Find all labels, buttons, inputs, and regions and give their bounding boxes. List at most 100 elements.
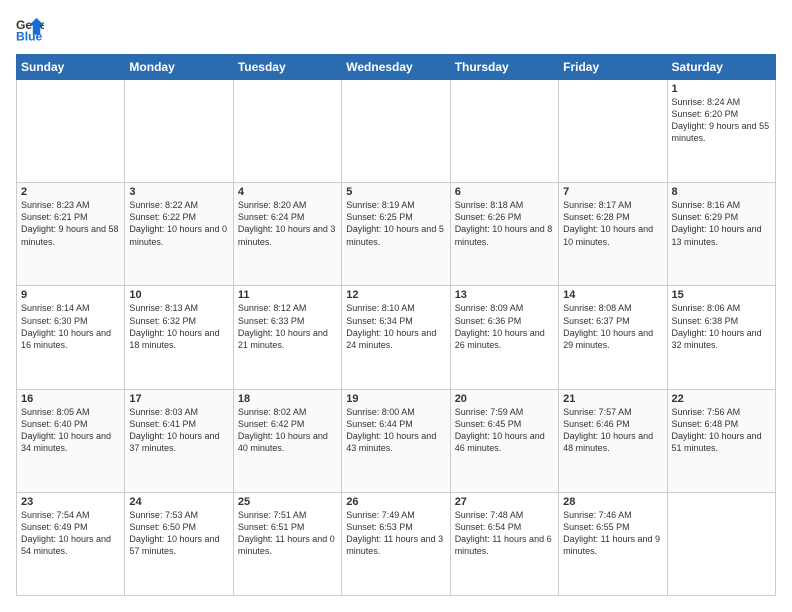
logo-icon: General Blue [16,16,44,44]
calendar-cell [125,80,233,183]
day-info: Sunrise: 8:03 AM Sunset: 6:41 PM Dayligh… [129,406,228,455]
day-number: 14 [563,289,662,301]
header: General Blue [16,16,776,44]
weekday-header-thursday: Thursday [450,55,558,80]
day-number: 1 [672,83,771,95]
day-number: 4 [238,186,337,198]
day-info: Sunrise: 8:23 AM Sunset: 6:21 PM Dayligh… [21,199,120,248]
calendar-cell [233,80,341,183]
day-info: Sunrise: 8:22 AM Sunset: 6:22 PM Dayligh… [129,199,228,248]
day-number: 22 [672,393,771,405]
day-number: 27 [455,496,554,508]
calendar-cell: 14Sunrise: 8:08 AM Sunset: 6:37 PM Dayli… [559,286,667,389]
calendar-cell: 2Sunrise: 8:23 AM Sunset: 6:21 PM Daylig… [17,183,125,286]
week-row-2: 9Sunrise: 8:14 AM Sunset: 6:30 PM Daylig… [17,286,776,389]
page: General Blue SundayMondayTuesdayWednesda… [0,0,792,612]
weekday-header-tuesday: Tuesday [233,55,341,80]
day-info: Sunrise: 7:56 AM Sunset: 6:48 PM Dayligh… [672,406,771,455]
weekday-header-sunday: Sunday [17,55,125,80]
weekday-header-wednesday: Wednesday [342,55,450,80]
day-number: 23 [21,496,120,508]
calendar-cell: 20Sunrise: 7:59 AM Sunset: 6:45 PM Dayli… [450,389,558,492]
calendar-cell [667,492,775,595]
day-info: Sunrise: 8:19 AM Sunset: 6:25 PM Dayligh… [346,199,445,248]
day-info: Sunrise: 7:49 AM Sunset: 6:53 PM Dayligh… [346,509,445,558]
day-info: Sunrise: 7:57 AM Sunset: 6:46 PM Dayligh… [563,406,662,455]
day-number: 3 [129,186,228,198]
day-number: 20 [455,393,554,405]
day-number: 25 [238,496,337,508]
day-info: Sunrise: 8:20 AM Sunset: 6:24 PM Dayligh… [238,199,337,248]
calendar-cell: 9Sunrise: 8:14 AM Sunset: 6:30 PM Daylig… [17,286,125,389]
week-row-4: 23Sunrise: 7:54 AM Sunset: 6:49 PM Dayli… [17,492,776,595]
logo: General Blue [16,16,44,44]
calendar-cell: 18Sunrise: 8:02 AM Sunset: 6:42 PM Dayli… [233,389,341,492]
calendar-table: SundayMondayTuesdayWednesdayThursdayFrid… [16,54,776,596]
calendar-cell: 5Sunrise: 8:19 AM Sunset: 6:25 PM Daylig… [342,183,450,286]
weekday-header-friday: Friday [559,55,667,80]
day-info: Sunrise: 8:05 AM Sunset: 6:40 PM Dayligh… [21,406,120,455]
calendar-cell: 10Sunrise: 8:13 AM Sunset: 6:32 PM Dayli… [125,286,233,389]
day-info: Sunrise: 8:10 AM Sunset: 6:34 PM Dayligh… [346,302,445,351]
day-info: Sunrise: 8:00 AM Sunset: 6:44 PM Dayligh… [346,406,445,455]
day-number: 2 [21,186,120,198]
calendar-cell: 7Sunrise: 8:17 AM Sunset: 6:28 PM Daylig… [559,183,667,286]
day-number: 18 [238,393,337,405]
day-number: 13 [455,289,554,301]
day-info: Sunrise: 8:17 AM Sunset: 6:28 PM Dayligh… [563,199,662,248]
calendar-cell: 16Sunrise: 8:05 AM Sunset: 6:40 PM Dayli… [17,389,125,492]
day-info: Sunrise: 8:18 AM Sunset: 6:26 PM Dayligh… [455,199,554,248]
weekday-header-saturday: Saturday [667,55,775,80]
calendar-cell [17,80,125,183]
day-info: Sunrise: 8:08 AM Sunset: 6:37 PM Dayligh… [563,302,662,351]
calendar-cell: 6Sunrise: 8:18 AM Sunset: 6:26 PM Daylig… [450,183,558,286]
day-info: Sunrise: 7:54 AM Sunset: 6:49 PM Dayligh… [21,509,120,558]
calendar-cell: 12Sunrise: 8:10 AM Sunset: 6:34 PM Dayli… [342,286,450,389]
calendar-cell: 4Sunrise: 8:20 AM Sunset: 6:24 PM Daylig… [233,183,341,286]
calendar-cell: 22Sunrise: 7:56 AM Sunset: 6:48 PM Dayli… [667,389,775,492]
week-row-3: 16Sunrise: 8:05 AM Sunset: 6:40 PM Dayli… [17,389,776,492]
day-number: 17 [129,393,228,405]
day-number: 15 [672,289,771,301]
day-info: Sunrise: 7:51 AM Sunset: 6:51 PM Dayligh… [238,509,337,558]
weekday-header-row: SundayMondayTuesdayWednesdayThursdayFrid… [17,55,776,80]
day-info: Sunrise: 8:12 AM Sunset: 6:33 PM Dayligh… [238,302,337,351]
day-number: 28 [563,496,662,508]
day-number: 6 [455,186,554,198]
day-info: Sunrise: 8:06 AM Sunset: 6:38 PM Dayligh… [672,302,771,351]
calendar-cell: 19Sunrise: 8:00 AM Sunset: 6:44 PM Dayli… [342,389,450,492]
week-row-1: 2Sunrise: 8:23 AM Sunset: 6:21 PM Daylig… [17,183,776,286]
day-number: 12 [346,289,445,301]
day-info: Sunrise: 8:24 AM Sunset: 6:20 PM Dayligh… [672,96,771,145]
calendar-cell: 23Sunrise: 7:54 AM Sunset: 6:49 PM Dayli… [17,492,125,595]
day-number: 10 [129,289,228,301]
day-info: Sunrise: 7:48 AM Sunset: 6:54 PM Dayligh… [455,509,554,558]
day-number: 7 [563,186,662,198]
calendar-cell: 11Sunrise: 8:12 AM Sunset: 6:33 PM Dayli… [233,286,341,389]
day-info: Sunrise: 8:02 AM Sunset: 6:42 PM Dayligh… [238,406,337,455]
day-info: Sunrise: 8:09 AM Sunset: 6:36 PM Dayligh… [455,302,554,351]
calendar-cell: 1Sunrise: 8:24 AM Sunset: 6:20 PM Daylig… [667,80,775,183]
calendar-cell: 28Sunrise: 7:46 AM Sunset: 6:55 PM Dayli… [559,492,667,595]
day-info: Sunrise: 8:14 AM Sunset: 6:30 PM Dayligh… [21,302,120,351]
calendar-cell: 8Sunrise: 8:16 AM Sunset: 6:29 PM Daylig… [667,183,775,286]
calendar-cell: 27Sunrise: 7:48 AM Sunset: 6:54 PM Dayli… [450,492,558,595]
calendar-cell: 15Sunrise: 8:06 AM Sunset: 6:38 PM Dayli… [667,286,775,389]
calendar-cell [559,80,667,183]
weekday-header-monday: Monday [125,55,233,80]
day-number: 26 [346,496,445,508]
calendar-cell: 13Sunrise: 8:09 AM Sunset: 6:36 PM Dayli… [450,286,558,389]
calendar-cell: 21Sunrise: 7:57 AM Sunset: 6:46 PM Dayli… [559,389,667,492]
day-info: Sunrise: 7:46 AM Sunset: 6:55 PM Dayligh… [563,509,662,558]
day-number: 11 [238,289,337,301]
day-info: Sunrise: 8:16 AM Sunset: 6:29 PM Dayligh… [672,199,771,248]
calendar-cell: 3Sunrise: 8:22 AM Sunset: 6:22 PM Daylig… [125,183,233,286]
calendar-cell: 24Sunrise: 7:53 AM Sunset: 6:50 PM Dayli… [125,492,233,595]
day-number: 24 [129,496,228,508]
day-info: Sunrise: 8:13 AM Sunset: 6:32 PM Dayligh… [129,302,228,351]
day-number: 8 [672,186,771,198]
day-number: 19 [346,393,445,405]
calendar-cell: 25Sunrise: 7:51 AM Sunset: 6:51 PM Dayli… [233,492,341,595]
day-info: Sunrise: 7:53 AM Sunset: 6:50 PM Dayligh… [129,509,228,558]
week-row-0: 1Sunrise: 8:24 AM Sunset: 6:20 PM Daylig… [17,80,776,183]
